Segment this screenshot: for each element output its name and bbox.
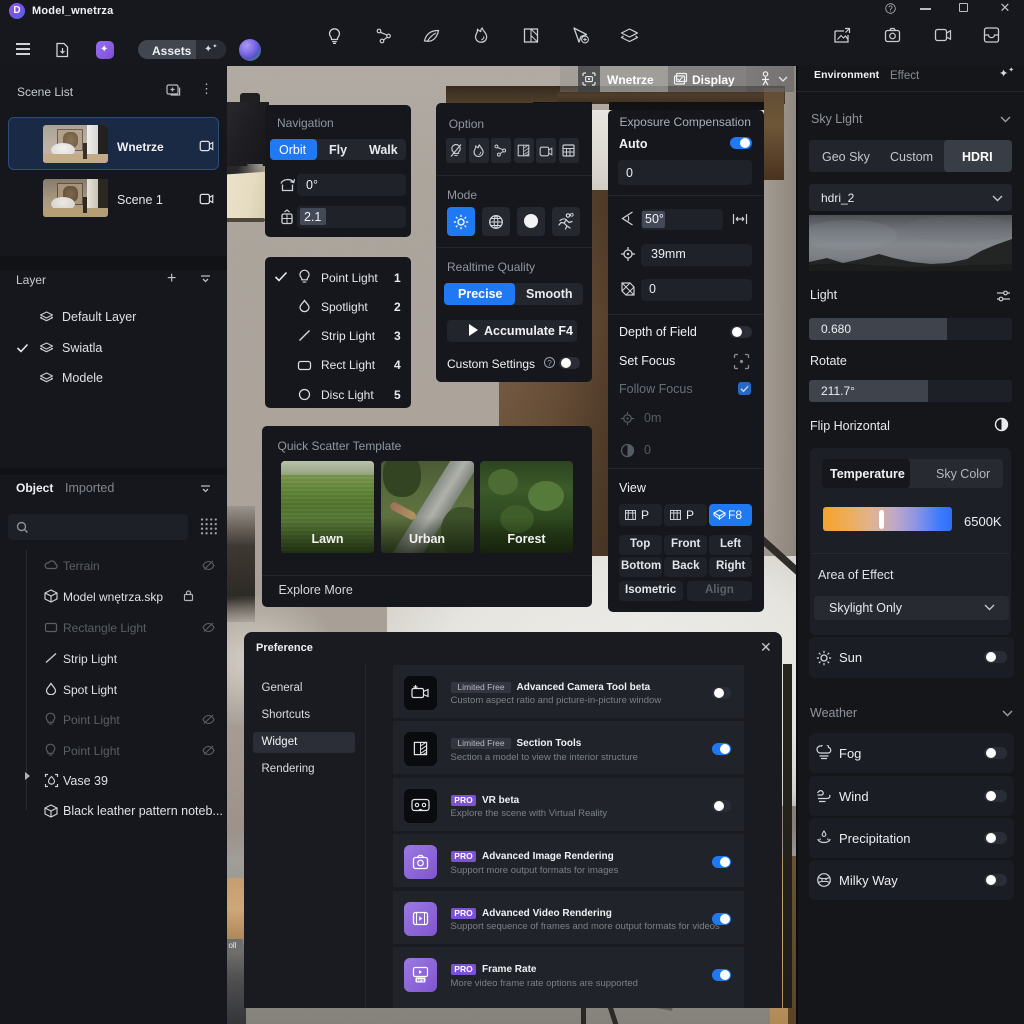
svg-text:FPS: FPS — [417, 979, 425, 983]
